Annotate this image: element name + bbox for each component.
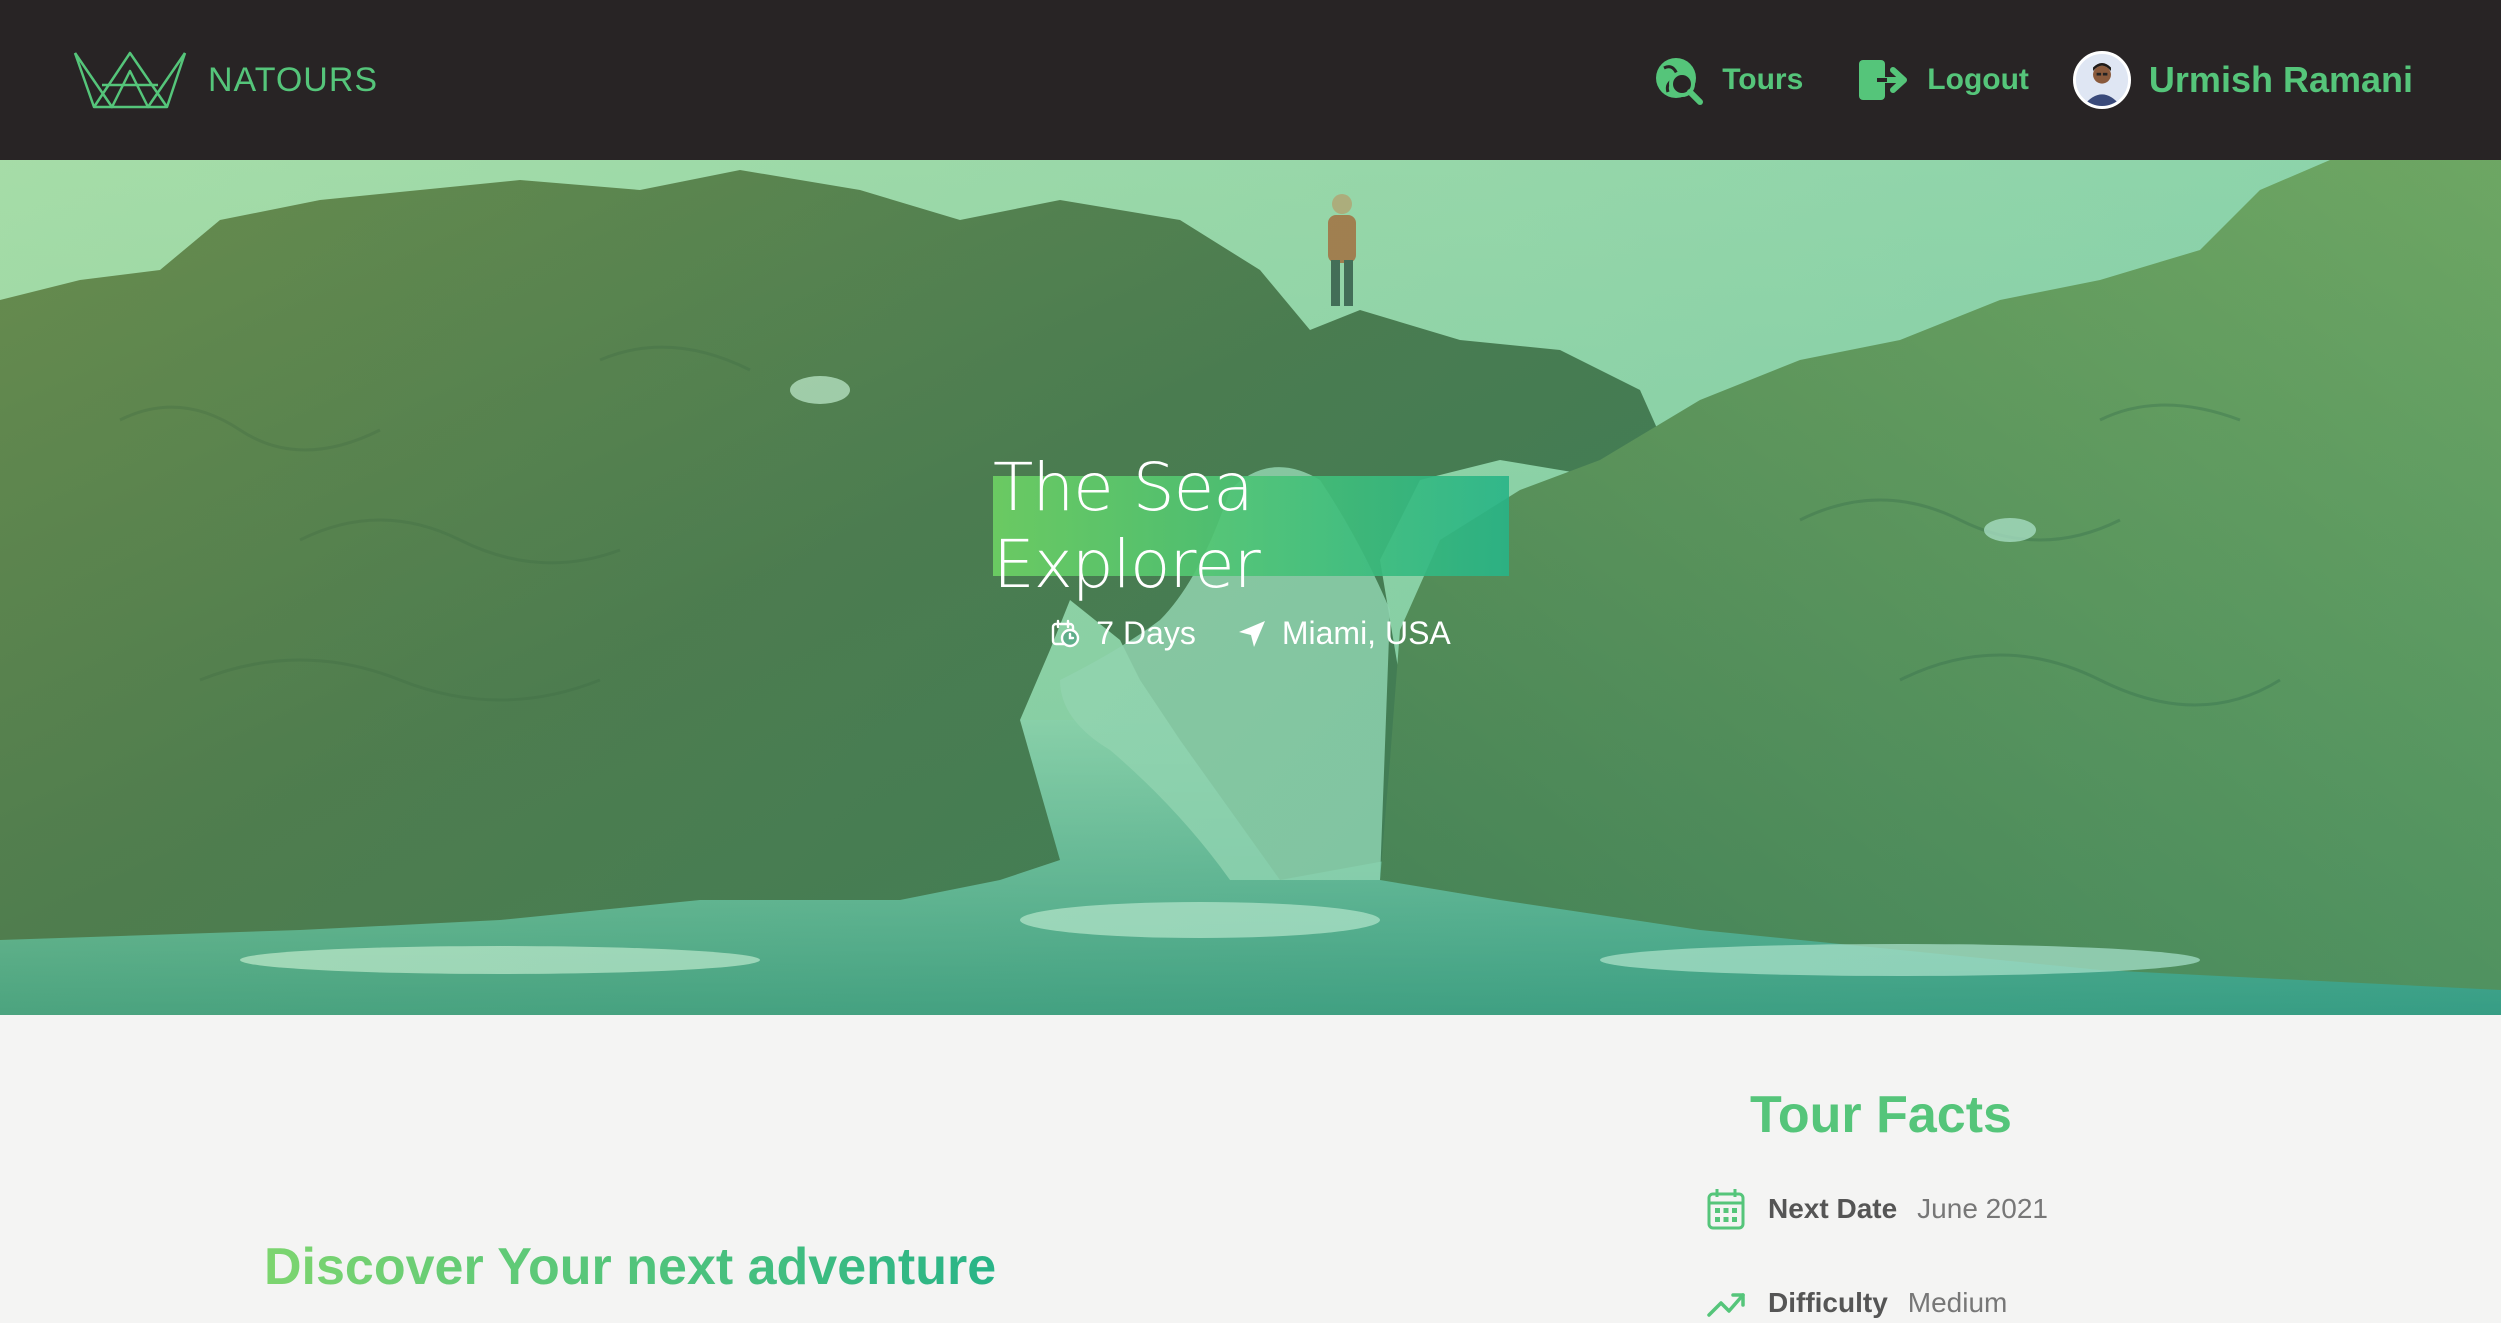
calendar-clock-icon — [1052, 619, 1080, 647]
tour-duration: 7 Days — [1050, 615, 1196, 652]
logout-icon — [1859, 60, 1908, 100]
tour-duration-text: 7 Days — [1096, 615, 1196, 651]
fact-value: June 2021 — [1917, 1193, 2048, 1224]
fact-value: Medium — [1907, 1287, 2008, 1318]
nav-logout-label: Logout — [1927, 63, 2029, 96]
fact-label: Next Date — [1768, 1193, 1898, 1224]
nav-tours-link[interactable]: Tours — [1652, 54, 1803, 106]
hero-details: 7 Days Miami, USA — [0, 615, 2501, 652]
nav-tours-label: Tours — [1722, 63, 1804, 96]
about-heading: Discover Your next adventure — [264, 1238, 997, 1296]
user-name: Urmish Ramani — [2148, 59, 2413, 100]
tour-title: The Sea Explorer — [993, 449, 1509, 603]
tour-description-section: Tour Facts Next Date June 2021 Difficult… — [0, 1015, 2501, 1318]
user-avatar — [2072, 51, 2131, 109]
calendar-icon — [1707, 1189, 1745, 1230]
nav-logout-link[interactable]: Logout — [1857, 58, 2029, 102]
trending-up-icon — [1707, 1293, 1745, 1317]
tour-hero: The Sea Explorer 7 Days Miami, USA — [0, 160, 2501, 1015]
brand-name: NATOURS — [208, 60, 379, 99]
main-nav: Tours Logout Urmish Ramani — [1598, 51, 2413, 109]
crown-logo-icon — [73, 51, 187, 109]
tour-location-text: Miami, USA — [1281, 615, 1451, 651]
map-search-icon — [1656, 58, 1704, 105]
brand-link[interactable]: NATOURS — [72, 49, 378, 111]
site-header: NATOURS Tours Logout Urmish Ramani — [0, 0, 2501, 160]
tour-facts-heading: Tour Facts — [1750, 1086, 2012, 1144]
user-profile-link[interactable]: Urmish Ramani — [2072, 51, 2413, 109]
fact-label: Difficulty — [1768, 1287, 1888, 1318]
location-arrow-icon — [1238, 620, 1265, 647]
fact-difficulty: Difficulty Medium — [1706, 1283, 2007, 1323]
fact-next-date: Next Date June 2021 — [1706, 1187, 2048, 1231]
tour-location: Miami, USA — [1236, 615, 1451, 652]
